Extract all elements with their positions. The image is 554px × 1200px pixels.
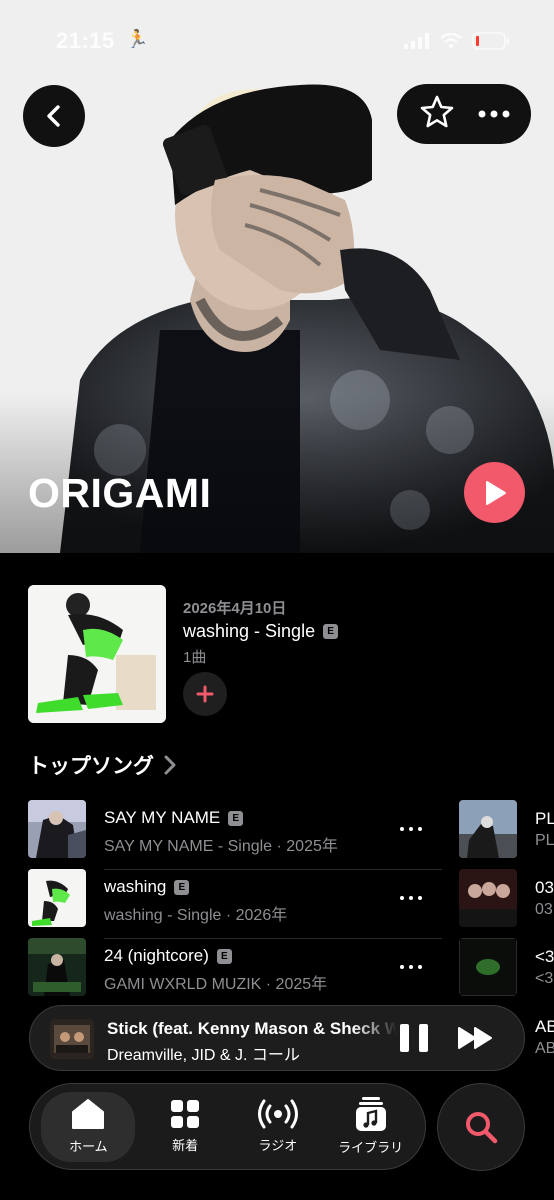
song-title-text: <3: [535, 947, 554, 966]
song-row[interactable]: 24 (nightcore) E GAMI WXRLD MUZIK · 2025…: [28, 938, 442, 1000]
star-icon: [420, 95, 453, 127]
song-row[interactable]: SAY MY NAME E SAY MY NAME - Single · 202…: [28, 800, 442, 870]
artist-actions: [397, 84, 531, 144]
forward-icon: [458, 1027, 492, 1049]
song-subtitle: washing - Single · 2026年: [104, 907, 288, 924]
release-title[interactable]: washing - Single E: [183, 621, 339, 642]
status-time: 21:15: [56, 28, 115, 53]
song-artwork: [459, 869, 517, 927]
song-subtitle: <3: [535, 970, 554, 987]
artist-name: ORIGAMI: [28, 470, 212, 516]
song-subtitle: AB: [535, 1040, 554, 1057]
next-track-button[interactable]: [457, 1026, 495, 1055]
chevron-right-icon: [164, 755, 176, 775]
song-more-button[interactable]: [400, 958, 422, 976]
cellular-signal-icon: [404, 33, 429, 49]
library-icon: [355, 1097, 386, 1131]
tab-radio[interactable]: ラジオ: [235, 1099, 321, 1154]
now-playing-title: Stick (feat. Kenny Mason & Sheck Wes): [107, 1019, 397, 1038]
song-title-text: washing: [104, 877, 167, 896]
search-button[interactable]: [437, 1083, 525, 1171]
tab-label: ホーム: [69, 1139, 108, 1154]
tab-library[interactable]: ライブラリ: [328, 1097, 414, 1156]
song-subtitle: GAMI WXRLD MUZIK · 2025年: [104, 976, 328, 993]
latest-release-artwork[interactable]: [28, 585, 166, 723]
explicit-badge: E: [228, 810, 244, 826]
now-playing-artwork: [50, 1019, 94, 1059]
plus-icon: [196, 685, 214, 703]
song-subtitle: PL: [535, 832, 554, 849]
song-row-next-column[interactable]: 03 03: [459, 869, 554, 929]
song-artwork: [459, 938, 517, 996]
search-icon: [466, 1112, 498, 1144]
song-title: SAY MY NAME E: [104, 808, 244, 828]
song-subtitle: 03: [535, 901, 553, 918]
grid-icon: [171, 1100, 200, 1128]
favorite-button[interactable]: [419, 94, 455, 135]
release-track-count: 1曲: [183, 649, 207, 666]
ellipsis-icon: [478, 110, 509, 118]
song-row-next-column[interactable]: <3 <3: [459, 938, 554, 998]
play-button[interactable]: [464, 462, 525, 523]
song-title-text: SAY MY NAME: [104, 808, 221, 827]
song-title: washing E: [104, 877, 190, 897]
tab-label: ラジオ: [258, 1138, 298, 1153]
battery-icon: [472, 32, 509, 50]
release-title-text: washing - Single: [183, 621, 316, 641]
song-artwork: [459, 800, 517, 858]
play-icon: [485, 480, 506, 505]
song-artwork: [28, 938, 86, 996]
song-title-text: PL: [535, 809, 554, 828]
radio-icon: [257, 1099, 298, 1129]
release-date: 2026年4月10日: [183, 600, 287, 617]
tab-bar: ホーム 新着 ラジオ ライブラリ: [29, 1083, 426, 1170]
top-songs-header[interactable]: トップソング: [28, 750, 176, 780]
status-bar: 21:15 🏃: [0, 0, 554, 80]
tab-home[interactable]: ホーム: [41, 1091, 136, 1162]
more-options-button[interactable]: [478, 105, 510, 123]
chevron-left-icon: [47, 105, 60, 127]
home-icon: [72, 1099, 105, 1129]
song-title: 24 (nightcore) E: [104, 946, 232, 966]
tab-label: 新着: [172, 1138, 199, 1153]
song-artwork: [28, 869, 86, 927]
now-playing-bar[interactable]: Stick (feat. Kenny Mason & Sheck Wes) Dr…: [29, 1005, 525, 1071]
tab-label: ライブラリ: [338, 1140, 404, 1155]
now-playing-artist: Dreamville, JID & J. コール: [107, 1047, 300, 1064]
song-title-text: AB: [535, 1017, 554, 1036]
explicit-badge: E: [216, 948, 232, 964]
song-more-button[interactable]: [400, 889, 422, 907]
wifi-icon: [440, 33, 462, 49]
add-to-library-button[interactable]: [183, 672, 227, 716]
song-title-text: 03: [535, 878, 554, 897]
song-artwork: [28, 800, 86, 858]
song-more-button[interactable]: [400, 820, 422, 838]
pause-button[interactable]: [400, 1024, 428, 1054]
pause-icon: [400, 1024, 409, 1052]
tab-new[interactable]: 新着: [142, 1099, 228, 1154]
release-cover-image: [28, 585, 166, 723]
song-subtitle: SAY MY NAME - Single · 2025年: [104, 838, 338, 855]
back-button[interactable]: [23, 85, 85, 147]
explicit-badge: E: [174, 879, 190, 895]
top-songs-title: トップソング: [28, 755, 154, 778]
activity-icon: 🏃: [126, 29, 149, 49]
artist-hero: 21:15 🏃 ORIGAMI: [0, 0, 554, 553]
song-row[interactable]: washing E washing - Single · 2026年: [28, 869, 442, 939]
song-row-next-column[interactable]: PL PL: [459, 800, 554, 860]
explicit-badge: E: [323, 624, 339, 639]
song-title-text: 24 (nightcore): [104, 946, 209, 965]
